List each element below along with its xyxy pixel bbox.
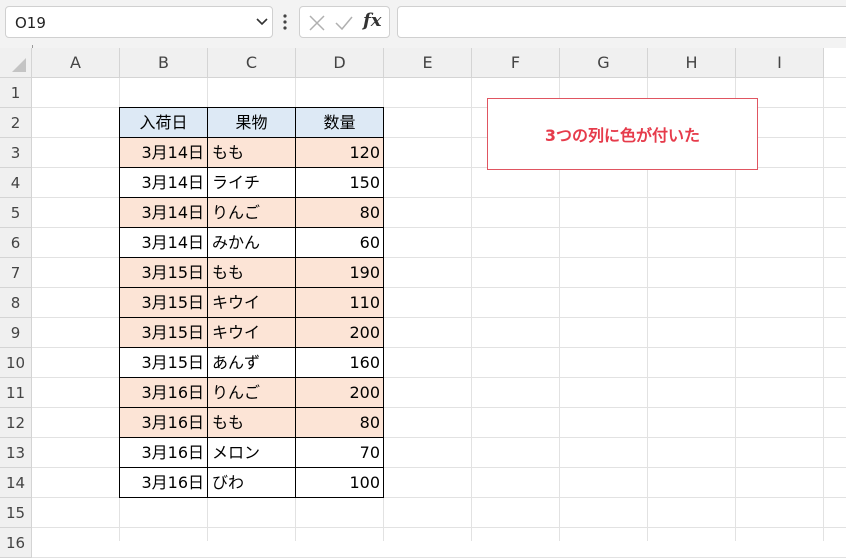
- fruit-cell[interactable]: もも: [207, 257, 296, 288]
- formula-toolbar: O19 fx: [0, 0, 846, 48]
- annotation-note-text: 3つの列に色が付いた: [544, 126, 701, 145]
- date-cell[interactable]: 3月16日: [119, 437, 208, 468]
- fruit-cell[interactable]: もも: [207, 137, 296, 168]
- date-cell[interactable]: 3月15日: [119, 317, 208, 348]
- quantity-cell[interactable]: 190: [295, 257, 384, 288]
- date-cell[interactable]: 3月14日: [119, 167, 208, 198]
- name-box-value: O19: [15, 14, 46, 32]
- row-header-5[interactable]: 5: [0, 198, 32, 228]
- gridline-horizontal: [32, 527, 846, 528]
- quantity-cell[interactable]: 80: [295, 197, 384, 228]
- date-cell[interactable]: 3月15日: [119, 287, 208, 318]
- row-header-8[interactable]: 8: [0, 288, 32, 318]
- row-header-10[interactable]: 10: [0, 348, 32, 378]
- row-header-3[interactable]: 3: [0, 138, 32, 168]
- column-header-h[interactable]: H: [648, 48, 736, 78]
- row-header-2[interactable]: 2: [0, 108, 32, 138]
- column-header-d[interactable]: D: [296, 48, 384, 78]
- table-header-cell[interactable]: 入荷日: [119, 107, 208, 138]
- fruit-cell[interactable]: もも: [207, 407, 296, 438]
- fruit-cell[interactable]: メロン: [207, 437, 296, 468]
- quantity-cell[interactable]: 150: [295, 167, 384, 198]
- vertical-dots-icon[interactable]: [282, 13, 288, 31]
- fruit-cell[interactable]: びわ: [207, 467, 296, 498]
- date-cell[interactable]: 3月16日: [119, 467, 208, 498]
- row-header-1[interactable]: 1: [0, 78, 32, 108]
- column-header-i[interactable]: I: [736, 48, 824, 78]
- column-header-c[interactable]: C: [208, 48, 296, 78]
- row-header-14[interactable]: 14: [0, 468, 32, 498]
- formula-input[interactable]: [397, 6, 846, 38]
- chevron-down-icon[interactable]: [256, 17, 268, 27]
- x-icon[interactable]: [308, 14, 326, 32]
- column-header-g[interactable]: G: [560, 48, 648, 78]
- gridline-vertical: [471, 78, 472, 541]
- quantity-cell[interactable]: 200: [295, 377, 384, 408]
- fruit-cell[interactable]: みかん: [207, 227, 296, 258]
- name-box[interactable]: O19: [5, 6, 273, 38]
- date-cell[interactable]: 3月15日: [119, 257, 208, 288]
- fruit-cell[interactable]: キウイ: [207, 287, 296, 318]
- fruit-cell[interactable]: あんず: [207, 347, 296, 378]
- fruit-cell[interactable]: ライチ: [207, 167, 296, 198]
- check-icon[interactable]: [334, 14, 354, 32]
- fruit-cell[interactable]: りんご: [207, 377, 296, 408]
- row-header-6[interactable]: 6: [0, 228, 32, 258]
- quantity-cell[interactable]: 70: [295, 437, 384, 468]
- gridline-vertical: [823, 78, 824, 541]
- row-header-9[interactable]: 9: [0, 318, 32, 348]
- quantity-cell[interactable]: 100: [295, 467, 384, 498]
- fruit-cell[interactable]: りんご: [207, 197, 296, 228]
- quantity-cell[interactable]: 120: [295, 137, 384, 168]
- date-cell[interactable]: 3月16日: [119, 407, 208, 438]
- table-header-cell[interactable]: 数量: [295, 107, 384, 138]
- column-header-a[interactable]: A: [32, 48, 120, 78]
- annotation-note: 3つの列に色が付いた: [487, 98, 758, 170]
- date-cell[interactable]: 3月14日: [119, 227, 208, 258]
- row-header-16[interactable]: 16: [0, 528, 32, 558]
- date-cell[interactable]: 3月14日: [119, 137, 208, 168]
- table-header-cell[interactable]: 果物: [207, 107, 296, 138]
- column-header-e[interactable]: E: [384, 48, 472, 78]
- row-header-13[interactable]: 13: [0, 438, 32, 468]
- select-all-corner[interactable]: [0, 48, 32, 78]
- date-cell[interactable]: 3月16日: [119, 377, 208, 408]
- row-header-4[interactable]: 4: [0, 168, 32, 198]
- quantity-cell[interactable]: 200: [295, 317, 384, 348]
- date-cell[interactable]: 3月15日: [119, 347, 208, 378]
- column-header-f[interactable]: F: [472, 48, 560, 78]
- formula-buttons: fx: [299, 6, 390, 38]
- quantity-cell[interactable]: 160: [295, 347, 384, 378]
- date-cell[interactable]: 3月14日: [119, 197, 208, 228]
- select-all-triangle-icon: [12, 58, 26, 72]
- quantity-cell[interactable]: 110: [295, 287, 384, 318]
- row-header-11[interactable]: 11: [0, 378, 32, 408]
- quantity-cell[interactable]: 60: [295, 227, 384, 258]
- row-header-7[interactable]: 7: [0, 258, 32, 288]
- row-header-12[interactable]: 12: [0, 408, 32, 438]
- fx-icon[interactable]: fx: [363, 10, 381, 31]
- column-header-b[interactable]: B: [120, 48, 208, 78]
- quantity-cell[interactable]: 80: [295, 407, 384, 438]
- row-header-15[interactable]: 15: [0, 498, 32, 528]
- fruit-cell[interactable]: キウイ: [207, 317, 296, 348]
